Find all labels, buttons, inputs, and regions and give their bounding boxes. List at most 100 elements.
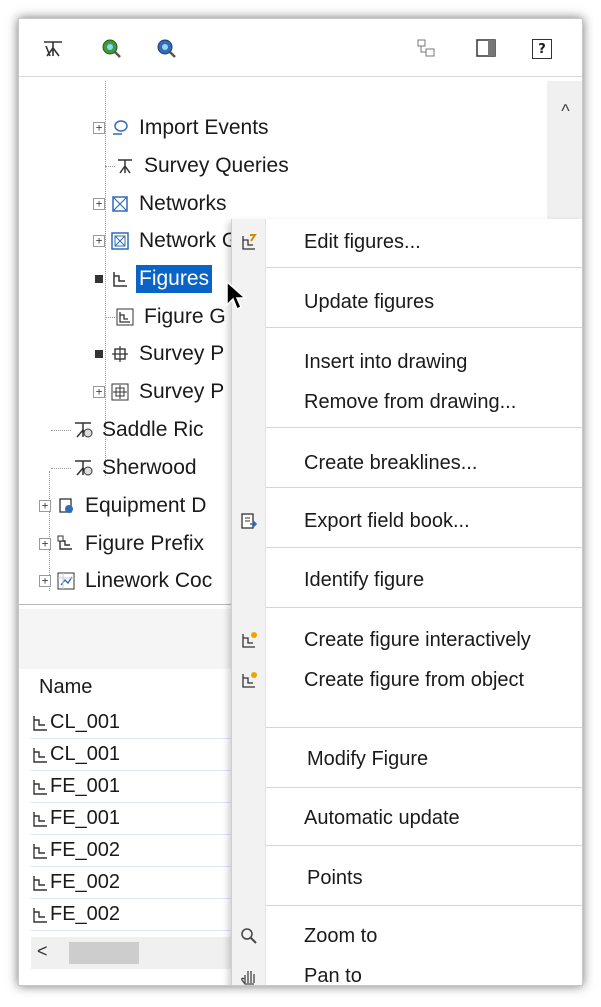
menu-label: Create figure from object (304, 668, 525, 691)
survey-point-group-icon (110, 382, 130, 402)
figure-icon (33, 715, 47, 731)
linework-code-icon (56, 571, 76, 591)
menu-item-export-field-book[interactable]: Export field book... (232, 502, 582, 540)
panel-icon[interactable] (474, 37, 498, 59)
settings-query-icon[interactable] (154, 37, 178, 59)
survey-point-icon (110, 344, 130, 364)
tree-label: Figures (136, 265, 213, 293)
menu-item-insert-into-drawing[interactable]: Insert into drawing (232, 343, 582, 381)
tree-item-survey-points[interactable]: Survey P (93, 339, 227, 369)
figure-name: CL_001 (50, 743, 121, 765)
menu-label: Remove from drawing... (304, 390, 517, 413)
tree-item-sherwood[interactable]: Sherwood (51, 453, 200, 483)
tree-item-linework-code[interactable]: + Linework Coc (39, 566, 215, 596)
zoom-icon (232, 927, 266, 945)
tree-item-survey-point-groups[interactable]: + Survey P (93, 377, 227, 407)
tree-label: Equipment D (85, 494, 207, 517)
expand-icon[interactable] (95, 350, 103, 358)
survey-database-icon (73, 458, 93, 478)
menu-item-zoom-to[interactable]: Zoom to (232, 917, 582, 955)
menu-item-create-breaklines[interactable]: Create breaklines... (232, 444, 582, 482)
menu-label: Zoom to (304, 924, 378, 947)
figure-icon (33, 747, 47, 763)
tree-label: Survey P (139, 342, 225, 365)
toolbar: ? (19, 19, 582, 77)
toolspace-panel: ? + Import Events Survey Queries + Netwo… (18, 18, 583, 986)
tree-item-figures[interactable]: Figures (93, 264, 213, 294)
create-figure-icon (232, 631, 266, 649)
figure-group-icon (115, 307, 135, 327)
expand-icon[interactable]: + (93, 198, 105, 210)
expand-icon[interactable]: + (93, 235, 105, 247)
import-events-icon (110, 118, 130, 138)
survey-database-icon (73, 420, 93, 440)
list-item[interactable]: FE_002 (31, 867, 251, 899)
figure-name: FE_002 (50, 871, 121, 893)
network-group-icon (110, 231, 130, 251)
list-item[interactable]: FE_001 (31, 771, 251, 803)
tree-label: Networks (139, 192, 227, 215)
network-icon (110, 194, 130, 214)
expand-icon[interactable]: + (93, 122, 105, 134)
menu-item-automatic-update[interactable]: Automatic update (232, 799, 582, 837)
menu-label: Identify figure (304, 568, 425, 591)
tree-label: Survey P (139, 380, 225, 403)
scroll-thumb[interactable] (69, 942, 139, 964)
figure-icon (33, 779, 47, 795)
figure-icon (33, 907, 47, 923)
expand-icon[interactable]: + (39, 575, 51, 587)
figure-name: FE_002 (50, 903, 121, 925)
pan-hand-icon (232, 967, 266, 985)
context-menu: Edit figures... Update figures Insert in… (231, 219, 582, 985)
tree-item-figure-groups[interactable]: Figure G (93, 302, 229, 332)
menu-label: Create breaklines... (304, 451, 478, 474)
figure-icon (33, 811, 47, 827)
survey-query-icon (115, 156, 135, 176)
help-icon[interactable]: ? (532, 39, 552, 59)
list-item[interactable]: FE_002 (31, 835, 251, 867)
menu-item-points[interactable]: Points (232, 859, 582, 897)
menu-item-create-figure-from-object[interactable]: Create figure from object (232, 661, 582, 699)
expand-icon[interactable]: + (39, 538, 51, 550)
column-header-name[interactable]: Name (39, 669, 92, 705)
scroll-left-icon[interactable]: < (37, 941, 48, 962)
menu-item-modify-figure[interactable]: Modify Figure (232, 740, 582, 778)
tree-label: Network G (139, 229, 239, 252)
menu-item-remove-from-drawing[interactable]: Remove from drawing... (232, 383, 582, 421)
tree-item-networks[interactable]: + Networks (93, 189, 230, 219)
list-item[interactable]: CL_001 (31, 739, 251, 771)
mouse-cursor-icon (226, 281, 247, 311)
tree-label: Figure Prefix (85, 532, 205, 555)
menu-item-pan-to[interactable]: Pan to (232, 957, 582, 985)
menu-item-identify-figure[interactable]: Identify figure (232, 561, 582, 599)
tree-label: Import Events (139, 116, 269, 139)
list-horizontal-scrollbar[interactable]: < (31, 937, 247, 969)
expand-icon[interactable]: + (39, 500, 51, 512)
scroll-up-icon[interactable]: ^ (547, 101, 582, 122)
layout-icon[interactable] (414, 37, 438, 59)
menu-item-create-figure-interactively[interactable]: Create figure interactively (232, 621, 582, 659)
list-item[interactable]: FE_001 (31, 803, 251, 835)
figure-name: CL_001 (50, 711, 121, 733)
expand-icon[interactable]: + (93, 386, 105, 398)
query-icon[interactable] (99, 37, 123, 59)
figure-name: FE_002 (50, 839, 121, 861)
tree-item-equipment[interactable]: + Equipment D (39, 491, 209, 521)
menu-label: Edit figures... (304, 230, 421, 253)
list-item[interactable]: FE_002 (31, 899, 251, 931)
menu-item-edit-figures[interactable]: Edit figures... (232, 223, 582, 261)
tree-item-figure-prefix[interactable]: + Figure Prefix (39, 529, 207, 559)
tree-item-network-groups[interactable]: + Network G (93, 226, 241, 256)
tree-item-survey-queries[interactable]: Survey Queries (93, 151, 292, 181)
expand-icon[interactable] (95, 275, 103, 283)
menu-item-update-figures[interactable]: Update figures (232, 283, 582, 321)
tree-item-saddle-ridge[interactable]: Saddle Ric (51, 415, 207, 445)
create-figure-from-object-icon (232, 671, 266, 689)
tree-label: Figure G (144, 305, 226, 328)
menu-label: Insert into drawing (304, 350, 468, 373)
figure-prefix-icon (56, 534, 76, 554)
survey-network-icon[interactable] (41, 37, 65, 59)
tree-item-import-events[interactable]: + Import Events (93, 113, 272, 143)
list-item[interactable]: CL_001 (31, 707, 251, 739)
figure-name: FE_001 (50, 807, 121, 829)
